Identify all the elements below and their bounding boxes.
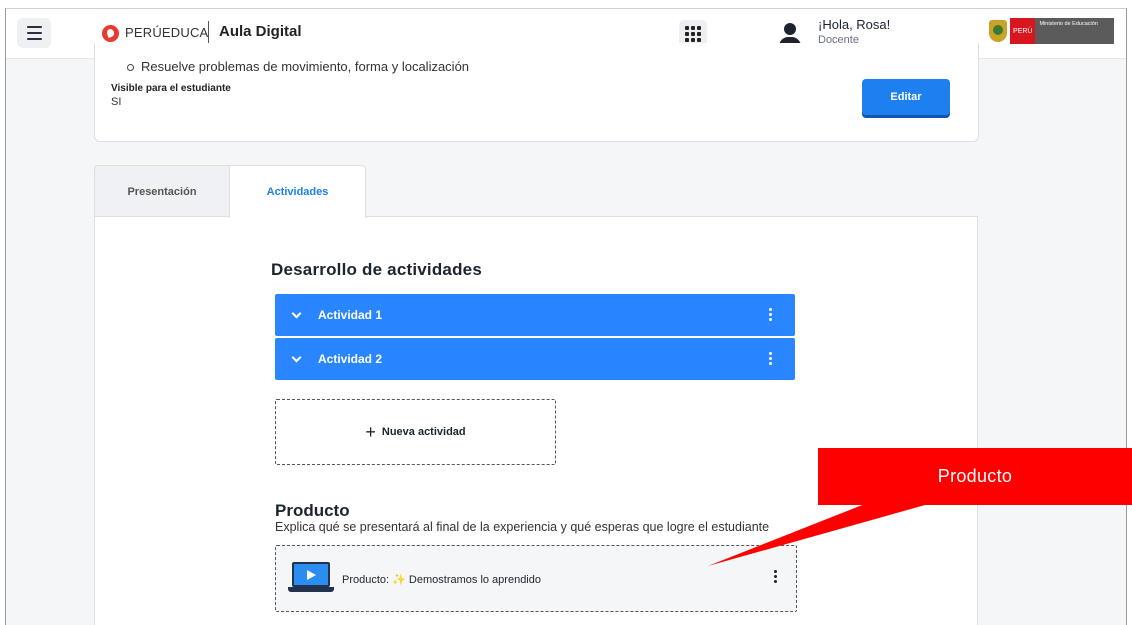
app-window: PERÚEDUCA Aula Digital ¡Hola, Rosa! Doce…: [5, 8, 1127, 625]
activity-item[interactable]: Actividad 1: [275, 294, 795, 336]
plus-icon: +: [365, 422, 376, 442]
competency-bullet: Resuelve problemas de movimiento, forma …: [126, 59, 470, 74]
experience-info-card: Resuelve problemas de movimiento, forma …: [94, 43, 979, 142]
hamburger-menu-icon[interactable]: [17, 18, 51, 48]
more-options-icon[interactable]: [769, 308, 773, 321]
more-options-icon[interactable]: [774, 570, 778, 583]
product-section-description: Explica qué se presentará al final de la…: [275, 520, 770, 534]
activity-label: Actividad 2: [318, 352, 383, 366]
ministry-logo: PERÚ Ministerio de Educación: [989, 18, 1114, 44]
new-activity-button[interactable]: + Nueva actividad: [275, 399, 556, 465]
app-title: Aula Digital: [219, 23, 302, 40]
edit-button[interactable]: Editar: [862, 79, 950, 115]
new-activity-label: Nueva actividad: [381, 426, 466, 438]
tab-actividades[interactable]: Actividades: [229, 165, 366, 218]
visibility-label: Visible para el estudiante: [111, 83, 231, 94]
peru-coat-of-arms-icon: [989, 20, 1007, 42]
visibility-value: SI: [111, 96, 122, 108]
perueduca-logo-icon: [102, 25, 119, 42]
chevron-down-icon[interactable]: [292, 310, 302, 320]
product-item-label: Producto: ✨ Demostramos lo aprendido: [342, 573, 541, 586]
tab-presentacion[interactable]: Presentación: [94, 165, 230, 217]
activities-section-title: Desarrollo de actividades: [271, 260, 482, 279]
user-greeting[interactable]: ¡Hola, Rosa!: [818, 17, 890, 32]
product-prefix: Producto:: [342, 574, 390, 586]
sparkle-icon: ✨: [392, 574, 406, 586]
product-name: Demostramos lo aprendido: [408, 574, 541, 586]
activity-item[interactable]: Actividad 2: [275, 338, 795, 380]
callout-label: Producto: [818, 448, 1132, 505]
product-item[interactable]: Producto: ✨ Demostramos lo aprendido: [275, 545, 797, 612]
chevron-down-icon[interactable]: [292, 354, 302, 364]
laptop-video-icon: [288, 562, 334, 594]
brand-name: PERÚEDUCA: [125, 25, 209, 40]
activity-label: Actividad 1: [318, 308, 383, 322]
more-options-icon[interactable]: [769, 352, 773, 365]
product-section-title: Producto: [275, 501, 350, 520]
peru-label: PERÚ: [1010, 18, 1036, 44]
ministry-label: Ministerio de Educación: [1035, 18, 1114, 44]
